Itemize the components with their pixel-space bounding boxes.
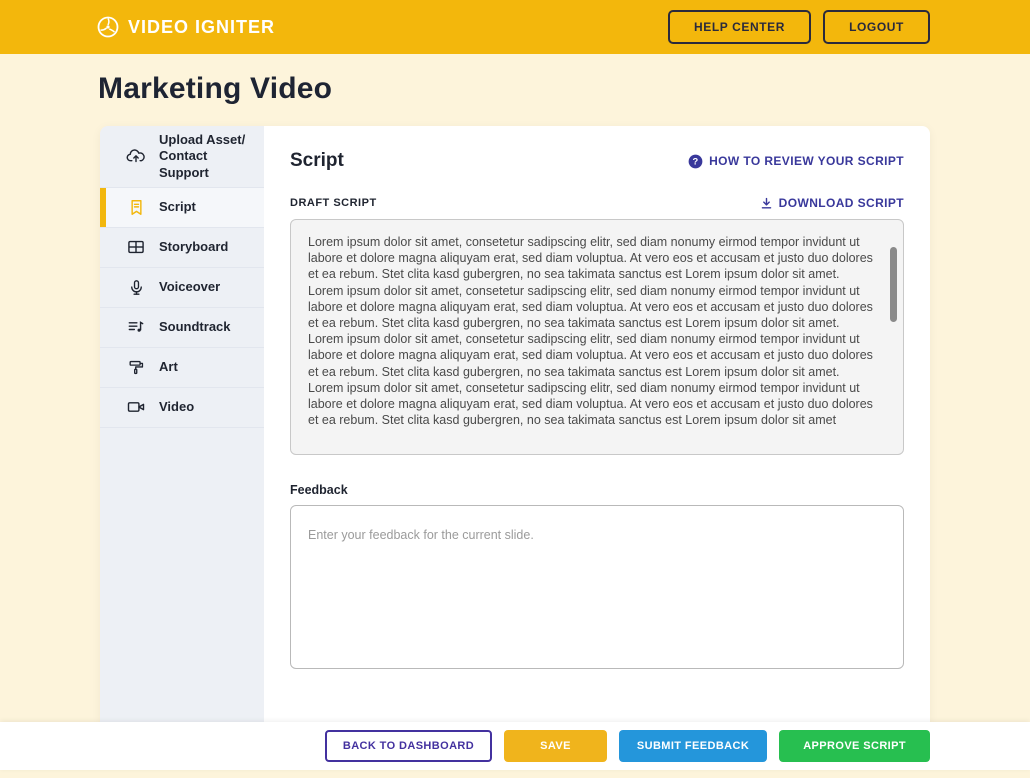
sidebar-item-label: Upload Asset/ Contact Support: [159, 132, 256, 181]
sidebar-item-voiceover[interactable]: Voiceover: [100, 268, 264, 308]
approve-script-button[interactable]: APPROVE SCRIPT: [779, 730, 930, 762]
submit-feedback-button[interactable]: SUBMIT FEEDBACK: [619, 730, 767, 762]
save-button[interactable]: SAVE: [504, 730, 607, 762]
feedback-label: Feedback: [290, 483, 904, 497]
sidebar-filler: [100, 428, 264, 722]
bottom-action-bar: BACK TO DASHBOARD SAVE SUBMIT FEEDBACK A…: [0, 722, 1030, 770]
back-to-dashboard-button[interactable]: BACK TO DASHBOARD: [325, 730, 492, 762]
script-panel: Script ? HOW TO REVIEW YOUR SCRIPT DRAFT…: [264, 126, 930, 722]
storyboard-grid-icon: [126, 237, 146, 257]
sidebar-item-video[interactable]: Video: [100, 388, 264, 428]
music-list-icon: [126, 317, 146, 337]
sidebar-item-soundtrack[interactable]: Soundtrack: [100, 308, 264, 348]
sidebar-item-art[interactable]: Art: [100, 348, 264, 388]
page-title: Marketing Video: [98, 72, 332, 106]
header-actions: HELP CENTER LOGOUT: [668, 10, 930, 44]
sidebar-item-label: Art: [159, 359, 178, 375]
download-icon: [760, 197, 773, 210]
help-center-button[interactable]: HELP CENTER: [668, 10, 811, 44]
svg-text:?: ?: [693, 156, 699, 166]
feedback-textarea[interactable]: [290, 505, 904, 669]
draft-script-box[interactable]: Lorem ipsum dolor sit amet, consetetur s…: [290, 219, 904, 455]
download-script-link[interactable]: DOWNLOAD SCRIPT: [760, 196, 904, 210]
draft-script-text: Lorem ipsum dolor sit amet, consetetur s…: [308, 234, 877, 428]
logout-button[interactable]: LOGOUT: [823, 10, 930, 44]
content-card: Upload Asset/ Contact Support Script: [100, 126, 930, 722]
paint-roller-icon: [126, 357, 146, 377]
question-circle-icon: ?: [688, 154, 703, 169]
draft-script-label: DRAFT SCRIPT: [290, 197, 377, 209]
sidebar-item-script[interactable]: Script: [100, 188, 264, 228]
sidebar-item-label: Video: [159, 399, 194, 415]
script-bookmark-icon: [126, 197, 146, 217]
script-paragraph: Lorem ipsum dolor sit amet, consetetur s…: [308, 331, 877, 428]
sidebar-item-label: Voiceover: [159, 279, 220, 295]
sidebar-item-storyboard[interactable]: Storyboard: [100, 228, 264, 268]
app-window: VIDEO IGNITER HELP CENTER LOGOUT Marketi…: [0, 0, 1030, 778]
video-igniter-reel-icon: [96, 15, 120, 39]
section-title: Script: [290, 150, 344, 172]
sidebar-item-label: Script: [159, 199, 196, 215]
microphone-icon: [126, 277, 146, 297]
sidebar-item-label: Storyboard: [159, 239, 228, 255]
how-to-review-link[interactable]: ? HOW TO REVIEW YOUR SCRIPT: [688, 154, 904, 169]
video-camera-icon: [126, 397, 146, 417]
script-scrollbar-thumb[interactable]: [890, 247, 897, 322]
script-paragraph: Lorem ipsum dolor sit amet, consetetur s…: [308, 234, 877, 331]
sidebar-item-upload-asset[interactable]: Upload Asset/ Contact Support: [100, 126, 264, 188]
sidebar: Upload Asset/ Contact Support Script: [100, 126, 264, 722]
logo: VIDEO IGNITER: [96, 15, 275, 39]
logo-text: VIDEO IGNITER: [128, 17, 275, 38]
top-header-bar: VIDEO IGNITER HELP CENTER LOGOUT: [0, 0, 1030, 54]
cloud-upload-icon: [126, 146, 146, 166]
sidebar-item-label: Soundtrack: [159, 319, 231, 335]
